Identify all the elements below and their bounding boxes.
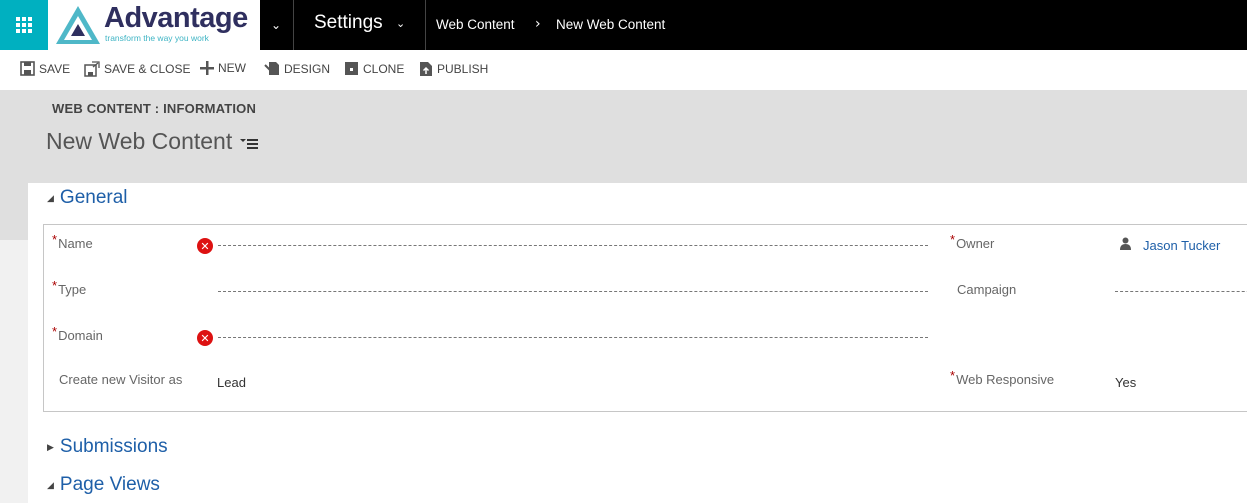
form-header: WEB CONTENT : INFORMATION New Web Conten… <box>0 90 1247 183</box>
expanded-triangle-icon: ◢ <box>47 479 54 490</box>
type-input[interactable] <box>218 291 928 292</box>
logo-tagline: transform the way you work <box>105 33 209 43</box>
required-marker: * <box>950 368 956 383</box>
name-field-label: *Name <box>52 232 93 251</box>
domain-input[interactable] <box>218 337 928 338</box>
publish-icon <box>420 62 432 76</box>
design-button[interactable]: DESIGN <box>264 61 330 76</box>
clone-button[interactable]: CLONE <box>344 61 404 76</box>
design-label: DESIGN <box>284 61 331 76</box>
plus-icon <box>200 61 214 75</box>
record-title: New Web Content <box>46 128 233 154</box>
campaign-field-label: Campaign <box>957 282 1017 297</box>
error-icon: ✕ <box>197 330 213 346</box>
user-icon <box>1120 237 1131 250</box>
top-navbar: Advantage transform the way you work ⌄ S… <box>0 0 1247 50</box>
breadcrumb-new-web-content[interactable]: New Web Content <box>556 17 665 32</box>
section-page-views-toggle[interactable]: ◢ Page Views <box>47 474 160 496</box>
nav-divider <box>293 0 294 50</box>
new-button[interactable]: NEW <box>200 61 246 75</box>
error-icon: ✕ <box>197 238 213 254</box>
save-label: SAVE <box>39 61 71 76</box>
header-strip <box>0 183 28 240</box>
owner-link[interactable]: Jason Tucker <box>1143 238 1220 253</box>
clone-icon <box>345 62 358 75</box>
section-submissions-title: Submissions <box>59 436 168 457</box>
owner-field-label: *Owner <box>950 232 995 251</box>
design-icon <box>264 62 279 75</box>
save-close-label: SAVE & CLOSE <box>104 62 191 76</box>
nav-area-settings[interactable]: Settings <box>314 12 383 34</box>
required-marker: * <box>52 324 58 339</box>
brand-logo[interactable]: Advantage transform the way you work <box>48 0 260 50</box>
required-marker: * <box>52 278 58 293</box>
command-bar: SAVE SAVE & CLOSE NEW DESIGN CLONE PUBLI… <box>0 50 1247 90</box>
logo-text: Advantage <box>104 2 248 34</box>
app-grid-icon <box>16 17 32 33</box>
breadcrumb-chevron-right-icon: › <box>535 16 541 32</box>
collapsed-triangle-icon: ▶ <box>47 441 54 452</box>
required-marker: * <box>950 232 956 247</box>
save-icon <box>20 61 35 76</box>
save-button[interactable]: SAVE <box>20 61 70 76</box>
section-general-toggle[interactable]: ◢ General <box>47 187 128 209</box>
expanded-triangle-icon: ◢ <box>47 192 54 203</box>
save-close-button[interactable]: SAVE & CLOSE <box>84 61 190 77</box>
type-field-label: *Type <box>52 278 87 297</box>
general-section-box: *Name ✕ *Type *Domain ✕ Create new Visit… <box>43 224 1247 412</box>
new-label: NEW <box>218 61 246 75</box>
campaign-input[interactable] <box>1115 291 1247 292</box>
required-marker: * <box>52 232 58 247</box>
logo-mark-icon <box>56 6 100 44</box>
form-selector-label[interactable]: WEB CONTENT : INFORMATION <box>52 101 256 116</box>
web-responsive-value[interactable]: Yes <box>1115 375 1136 390</box>
create-visitor-value[interactable]: Lead <box>217 375 246 390</box>
section-general-title: General <box>59 187 128 208</box>
clone-label: CLONE <box>363 61 405 76</box>
nav-menu-chevron-down-icon[interactable]: ⌄ <box>260 0 292 50</box>
publish-button[interactable]: PUBLISH <box>419 61 488 77</box>
web-responsive-label: *Web Responsive <box>950 368 1055 387</box>
domain-field-label: *Domain <box>52 324 103 343</box>
area-chevron-down-icon[interactable]: ⌄ <box>396 17 405 30</box>
create-visitor-label: Create new Visitor as <box>59 372 183 387</box>
app-launcher-button[interactable] <box>0 0 48 50</box>
save-close-icon <box>84 61 100 77</box>
form-body: ◢ General *Name ✕ *Type *Domain ✕ Create… <box>28 183 1247 503</box>
breadcrumb-web-content[interactable]: Web Content <box>436 17 515 32</box>
publish-label: PUBLISH <box>437 62 489 76</box>
nav-divider <box>425 0 426 50</box>
section-page-views-title: Page Views <box>59 474 160 495</box>
form-menu-icon[interactable] <box>240 138 260 150</box>
name-input[interactable] <box>218 245 928 246</box>
section-submissions-toggle[interactable]: ▶ Submissions <box>47 436 168 458</box>
